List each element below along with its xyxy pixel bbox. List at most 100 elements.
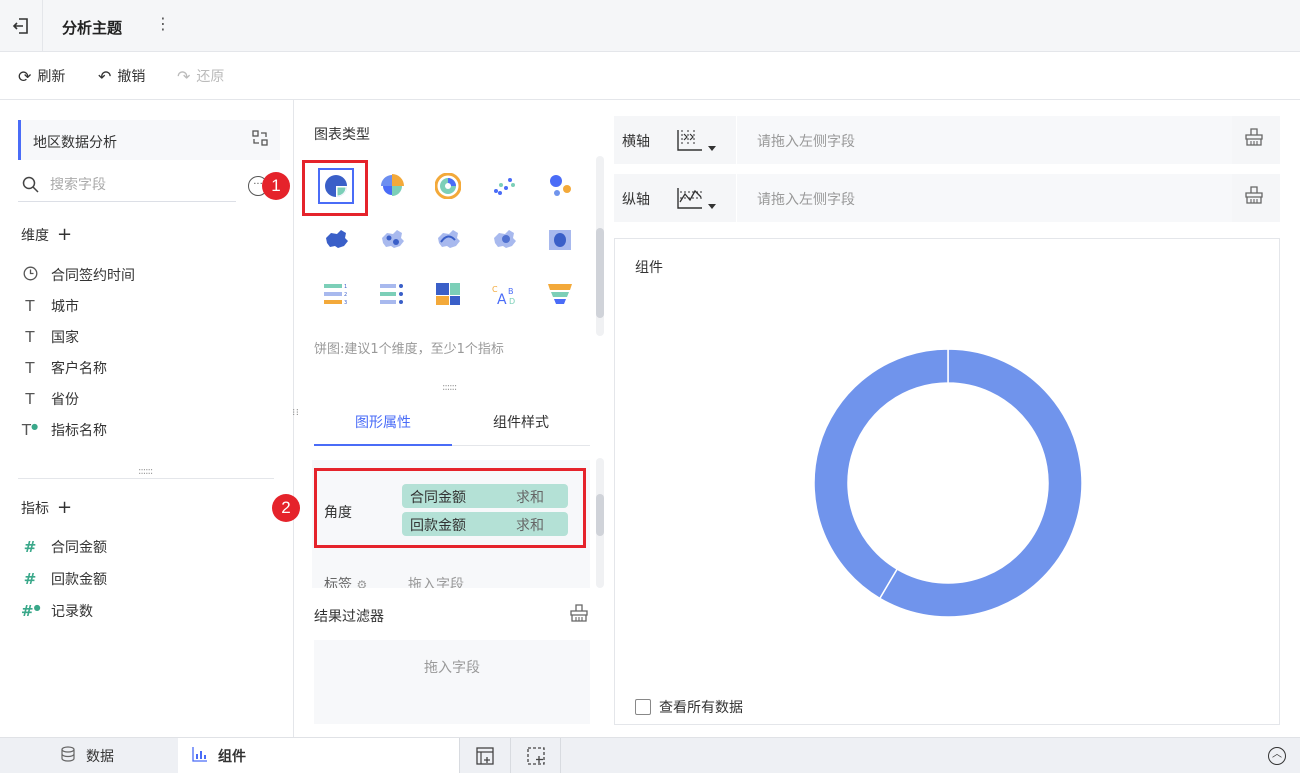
tab-data[interactable]: 数据 — [60, 738, 124, 773]
gear-icon[interactable]: ⚙ — [356, 578, 367, 588]
y-axis-placeholder: 请拖入左侧字段 — [757, 192, 855, 208]
filter-clear-icon[interactable] — [569, 604, 589, 626]
metric-item[interactable]: #● 记录数 — [21, 601, 93, 621]
ranking-list-icon[interactable] — [370, 272, 414, 316]
word-cloud-icon[interactable]: CABD — [482, 272, 526, 316]
metrics-title: 指标 — [21, 500, 49, 517]
tab-graph-properties[interactable]: 图形属性 — [314, 412, 452, 446]
tab-component-style[interactable]: 组件样式 — [452, 412, 590, 446]
field-label: 指标名称 — [51, 423, 107, 439]
dimension-item[interactable]: T 国家 — [21, 327, 79, 347]
undo-icon: ↶ — [98, 66, 112, 86]
toolbar: ⟳ 刷新 ↶ 撤销 ↷ 还原 — [0, 52, 1300, 100]
resize-handle-icon[interactable]: :::::: — [442, 382, 457, 393]
step-badge: 1 — [262, 172, 290, 200]
heat-map-icon[interactable] — [482, 218, 526, 262]
svg-text:B: B — [508, 287, 514, 296]
dataset-selector[interactable]: 地区数据分析 — [18, 120, 280, 160]
point-map-icon[interactable] — [370, 218, 414, 262]
view-all-label: 查看所有数据 — [659, 700, 743, 716]
more-menu-icon[interactable]: ⋮ — [155, 14, 171, 33]
text-type-icon: T — [25, 328, 35, 346]
number-type-icon: # — [23, 538, 37, 556]
dimensions-header: 维度 + — [21, 224, 72, 245]
redo-button[interactable]: ↷ 还原 — [177, 66, 224, 86]
scrollbar-thumb[interactable] — [596, 228, 604, 318]
calculated-number-icon: #● — [21, 602, 41, 620]
dimension-item[interactable]: T 省份 — [21, 389, 79, 409]
text-type-icon: T — [25, 297, 35, 315]
axis-type-dropdown[interactable] — [672, 124, 734, 156]
add-dashboard-icon[interactable] — [510, 738, 560, 773]
add-metric-icon[interactable]: + — [57, 497, 72, 518]
exit-icon[interactable] — [0, 0, 43, 52]
refresh-icon: ⟳ — [18, 66, 32, 86]
dimension-item[interactable]: T 客户名称 — [21, 358, 107, 378]
field-label: 国家 — [51, 330, 79, 346]
treemap-icon[interactable] — [426, 272, 470, 316]
funnel-icon[interactable] — [538, 272, 582, 316]
axis-clear-icon[interactable] — [1244, 128, 1264, 150]
calculated-text-icon: T● — [21, 421, 39, 439]
x-axis-row: 横轴 请拖入左侧字段 — [614, 116, 1280, 164]
dataset-name: 地区数据分析 — [33, 135, 117, 151]
divider — [18, 478, 274, 479]
checkbox-box[interactable] — [635, 699, 651, 715]
filter-drop-zone[interactable]: 拖入字段 — [314, 640, 590, 724]
refresh-button[interactable]: ⟳ 刷新 — [18, 66, 65, 86]
collapse-up-icon[interactable]: ︿ — [1268, 747, 1286, 765]
scatter-icon[interactable] — [482, 164, 526, 208]
metric-item[interactable]: # 回款金额 — [21, 569, 107, 589]
chart-hint: 饼图:建议1个维度，至少1个指标 — [314, 342, 504, 357]
x-axis-drop-zone[interactable]: 请拖入左侧字段 — [736, 116, 1232, 164]
tab-component[interactable]: 组件 — [178, 738, 459, 773]
undo-button[interactable]: ↶ 撤销 — [98, 66, 145, 86]
axis-clear-icon[interactable] — [1244, 186, 1264, 208]
metric-item[interactable]: # 合同金额 — [21, 537, 107, 557]
redo-icon: ↷ — [177, 66, 191, 86]
search-box — [18, 172, 236, 202]
dimension-item[interactable]: T● 指标名称 — [21, 420, 107, 440]
add-dimension-icon[interactable]: + — [57, 224, 72, 245]
page-title: 分析主题 — [62, 19, 123, 37]
chart-grid-scrollbar[interactable] — [596, 156, 604, 336]
step-badge: 2 — [272, 494, 300, 522]
ranking-table-icon[interactable]: 1 2 3 — [314, 272, 358, 316]
result-filter-title: 结果过滤器 — [314, 609, 384, 625]
switch-dataset-icon[interactable] — [252, 130, 268, 150]
divider — [560, 738, 561, 773]
dimension-item[interactable]: T 城市 — [21, 296, 79, 316]
bubble-icon[interactable] — [538, 164, 582, 208]
bottom-bar: 数据 组件 ︿ — [0, 737, 1300, 773]
y-axis-drop-zone[interactable]: 请拖入左侧字段 — [736, 174, 1232, 222]
donut-chart — [813, 348, 1083, 618]
area-map-icon[interactable] — [314, 218, 358, 262]
resize-handle-icon[interactable]: :::::: — [138, 466, 153, 477]
text-type-icon: T — [25, 359, 35, 377]
dimension-item[interactable]: 合同签约时间 — [21, 265, 135, 285]
scrollbar-thumb[interactable] — [596, 494, 604, 536]
label-row: 标签 ⚙ — [324, 574, 367, 588]
svg-text:3: 3 — [344, 300, 347, 305]
x-axis-placeholder: 请拖入左侧字段 — [757, 134, 855, 150]
dimensions-title: 维度 — [21, 227, 49, 244]
sunburst-icon[interactable] — [426, 164, 470, 208]
rose-pie-icon[interactable] — [370, 164, 414, 208]
view-all-data-checkbox[interactable]: 查看所有数据 — [635, 697, 743, 717]
properties-scrollbar[interactable] — [596, 458, 604, 588]
donut-segment[interactable] — [813, 348, 949, 600]
label-drop-zone[interactable]: 拖入字段 — [408, 574, 464, 588]
search-icon — [22, 176, 39, 197]
axis-type-dropdown[interactable] — [672, 182, 734, 214]
custom-map-icon[interactable] — [538, 218, 582, 262]
bar-chart-icon — [192, 746, 208, 766]
search-input[interactable] — [50, 177, 230, 193]
field-label: 合同金额 — [51, 540, 107, 556]
add-component-icon[interactable] — [459, 738, 509, 773]
database-icon — [60, 746, 76, 766]
number-type-icon: # — [23, 570, 37, 588]
label-title: 标签 — [324, 577, 352, 588]
svg-text:A: A — [497, 292, 507, 306]
field-label: 合同签约时间 — [51, 268, 135, 284]
flow-map-icon[interactable] — [426, 218, 470, 262]
